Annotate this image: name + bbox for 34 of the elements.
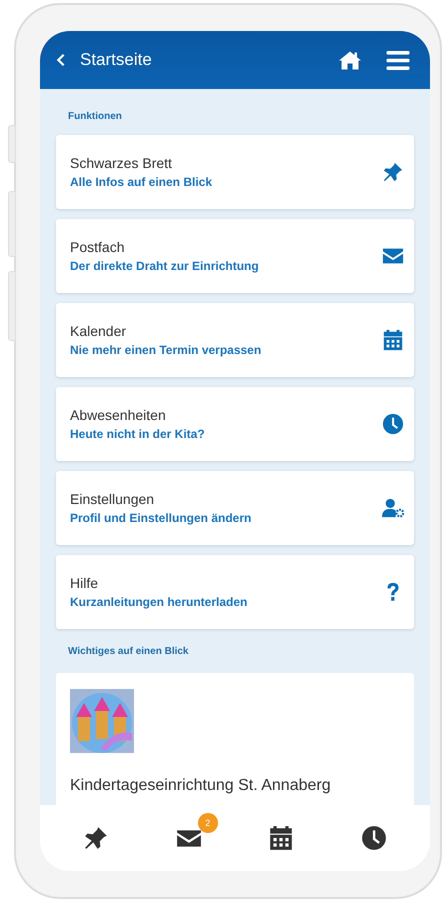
card-subtitle: Nie mehr einen Termin verpassen (70, 343, 262, 357)
section-heading: Funktionen (67, 110, 123, 124)
user-settings-icon (382, 497, 404, 519)
card-title: Hilfe (70, 575, 100, 591)
card-title: Abwesenheiten (70, 407, 167, 423)
unread-count: 2 (198, 813, 218, 833)
section-heading: Wichtiges auf einen Blick (67, 645, 190, 659)
function-card[interactable]: Hilfe Kurzanleitungen herunterladen (56, 555, 414, 629)
card-subtitle: Der direkte Draht zur Einrichtung (70, 259, 259, 273)
institution-name: Kindertageseinrichtung St. Annaberg (70, 777, 332, 795)
function-card[interactable]: Postfach Der direkte Draht zur Einrichtung (56, 219, 414, 293)
chevron-left-icon (56, 53, 66, 67)
card-title: Kalender (70, 323, 128, 339)
calendar-icon[interactable] (268, 825, 294, 851)
calendar-icon (382, 329, 404, 351)
card-subtitle: Heute nicht in der Kita? (70, 427, 205, 441)
function-card[interactable]: Abwesenheiten Heute nicht in der Kita? (56, 387, 414, 461)
pushpin-icon (382, 161, 404, 183)
card-title: Einstellungen (70, 491, 156, 507)
function-card[interactable]: Kalender Nie mehr einen Termin verpassen (56, 303, 414, 377)
card-title: Schwarzes Brett (70, 155, 173, 171)
home-icon[interactable] (338, 50, 362, 70)
menu-icon[interactable] (386, 50, 410, 70)
card-subtitle: Alle Infos auf einen Blick (70, 175, 212, 189)
card-title: Postfach (70, 239, 126, 255)
clock-icon[interactable] (360, 825, 387, 851)
function-card[interactable]: Einstellungen Profil und Einstellungen ändern (56, 471, 414, 545)
institution-logo (70, 689, 134, 753)
pushpin-icon[interactable] (83, 825, 110, 851)
back-button[interactable]: Startseite (56, 50, 152, 70)
card-subtitle: Profil und Einstellungen ändern (70, 511, 252, 525)
clock-icon (382, 413, 404, 435)
function-card[interactable]: Schwarzes Brett Alle Infos auf einen Blick (56, 135, 414, 209)
card-subtitle: Kurzanleitungen herunterladen (70, 595, 248, 609)
